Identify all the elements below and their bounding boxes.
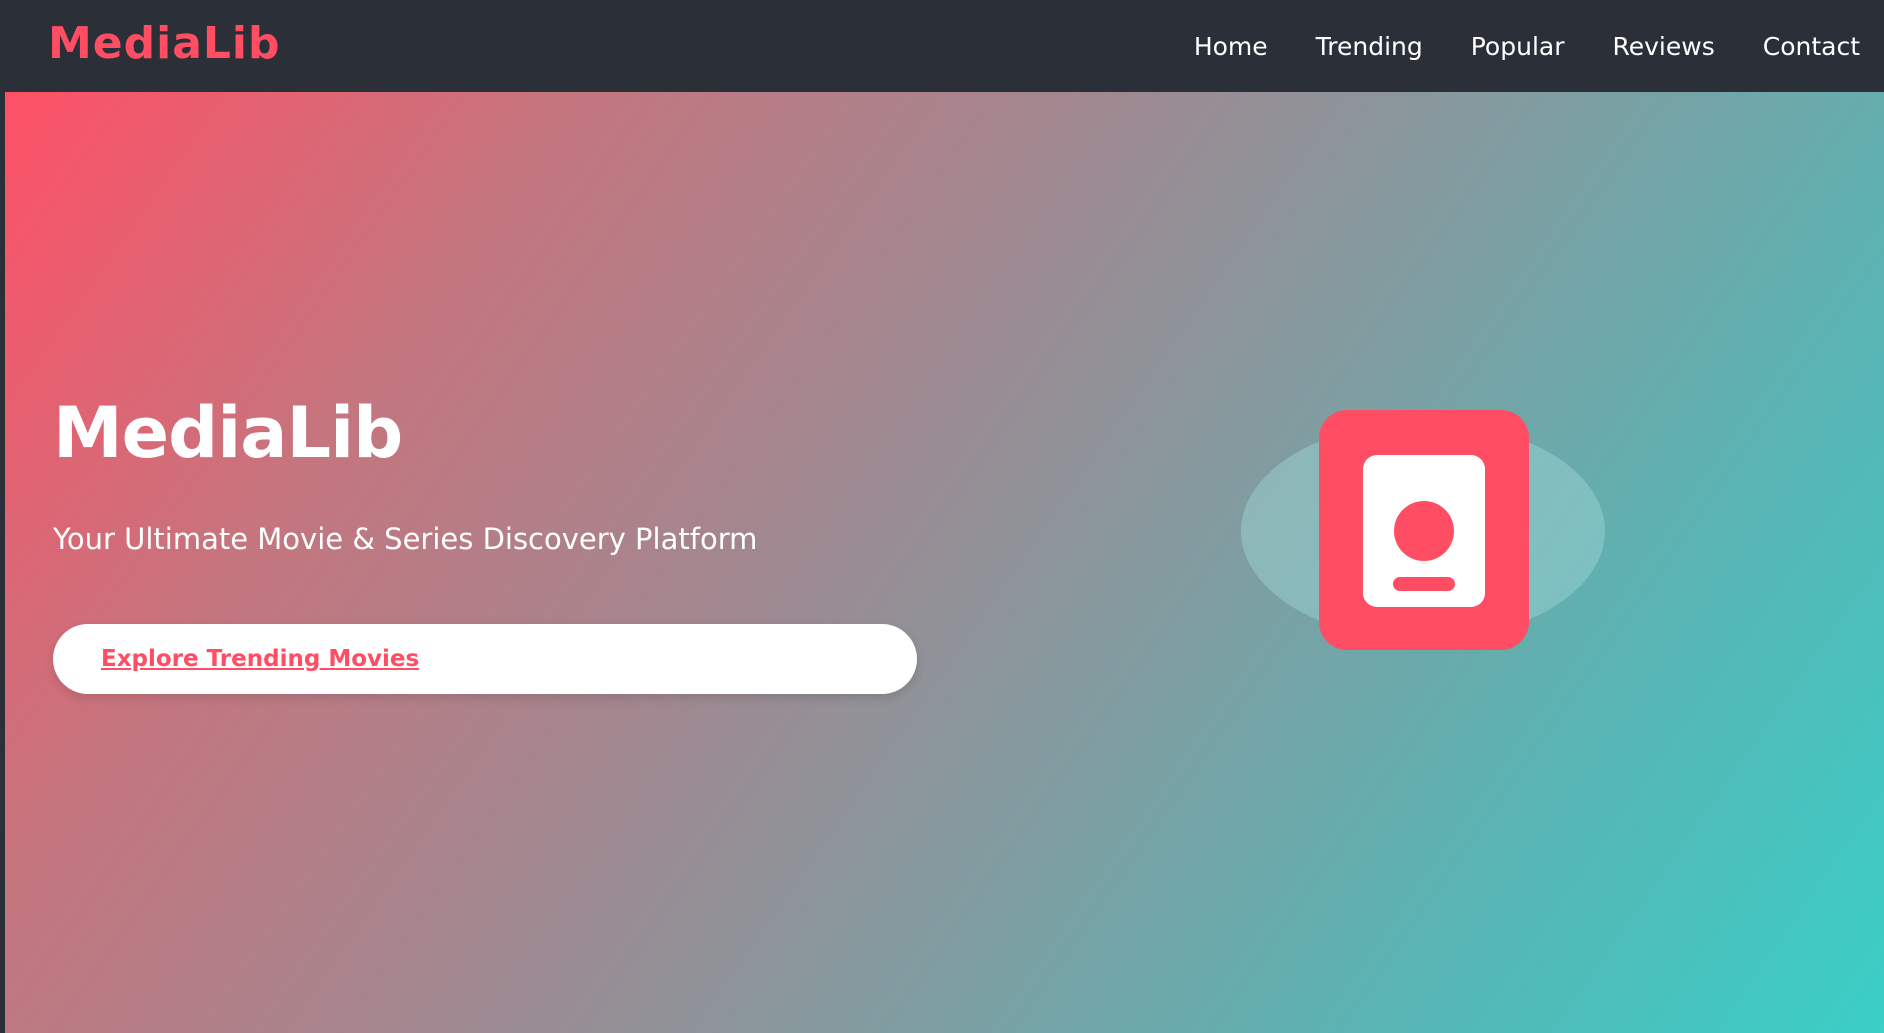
contact-card-icon <box>1363 455 1485 607</box>
nav-link-popular[interactable]: Popular <box>1471 32 1565 61</box>
hero-subtitle: Your Ultimate Movie & Series Discovery P… <box>53 522 758 556</box>
nav-link-trending[interactable]: Trending <box>1316 32 1423 61</box>
illustration-card <box>1319 410 1529 650</box>
nav-links: Home Trending Popular Reviews Contact <box>1194 0 1860 92</box>
explore-trending-label[interactable]: Explore Trending Movies <box>101 646 419 672</box>
logo[interactable]: MediaLib <box>48 18 281 69</box>
nav-link-reviews[interactable]: Reviews <box>1613 32 1715 61</box>
navbar: MediaLib Home Trending Popular Reviews C… <box>0 0 1884 92</box>
explore-trending-button[interactable]: Explore Trending Movies <box>53 624 917 694</box>
hero-title: MediaLib <box>53 392 403 474</box>
hero-section: MediaLib Your Ultimate Movie & Series Di… <box>5 92 1884 1033</box>
nav-link-contact[interactable]: Contact <box>1763 32 1860 61</box>
hero-illustration <box>1241 410 1605 690</box>
nav-link-home[interactable]: Home <box>1194 32 1268 61</box>
